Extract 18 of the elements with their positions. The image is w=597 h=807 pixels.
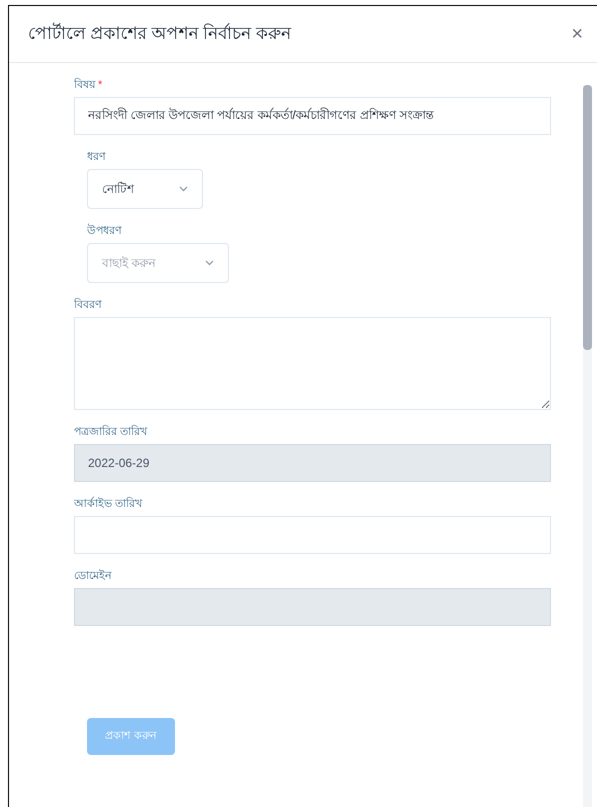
field-label: উপধরণ <box>87 223 122 239</box>
chevron-down-icon <box>179 186 188 192</box>
chevron-down-icon <box>205 260 214 266</box>
field-label: আর্কাইভ তারিখ <box>74 496 142 512</box>
input-field[interactable]: নরসিংদী জেলার উপজেলা পর্যায়ের কর্মকর্তা/কর্মচারীগণের প্রশিক্ষণ সংক্রান্ত <box>74 97 551 135</box>
field-label: পত্রজারির তারিখ <box>74 424 148 440</box>
scrollbar[interactable] <box>583 85 592 807</box>
description-field[interactable] <box>74 317 551 410</box>
required-mark: * <box>98 78 102 93</box>
field-label: ডোমেইন <box>74 568 112 584</box>
field-label: বিবরণ <box>74 297 102 313</box>
close-button[interactable]: × <box>571 24 583 44</box>
scrollbar-thumb[interactable] <box>583 85 592 350</box>
field-label: বিষয় <box>74 77 95 93</box>
field-label: ধরণ <box>87 150 106 165</box>
input-field[interactable] <box>74 516 551 554</box>
dialog-title: পোর্টালে প্রকাশের অপশন নির্বাচন করুন <box>28 22 291 46</box>
dropdown[interactable]: নোটিশ <box>87 169 203 209</box>
